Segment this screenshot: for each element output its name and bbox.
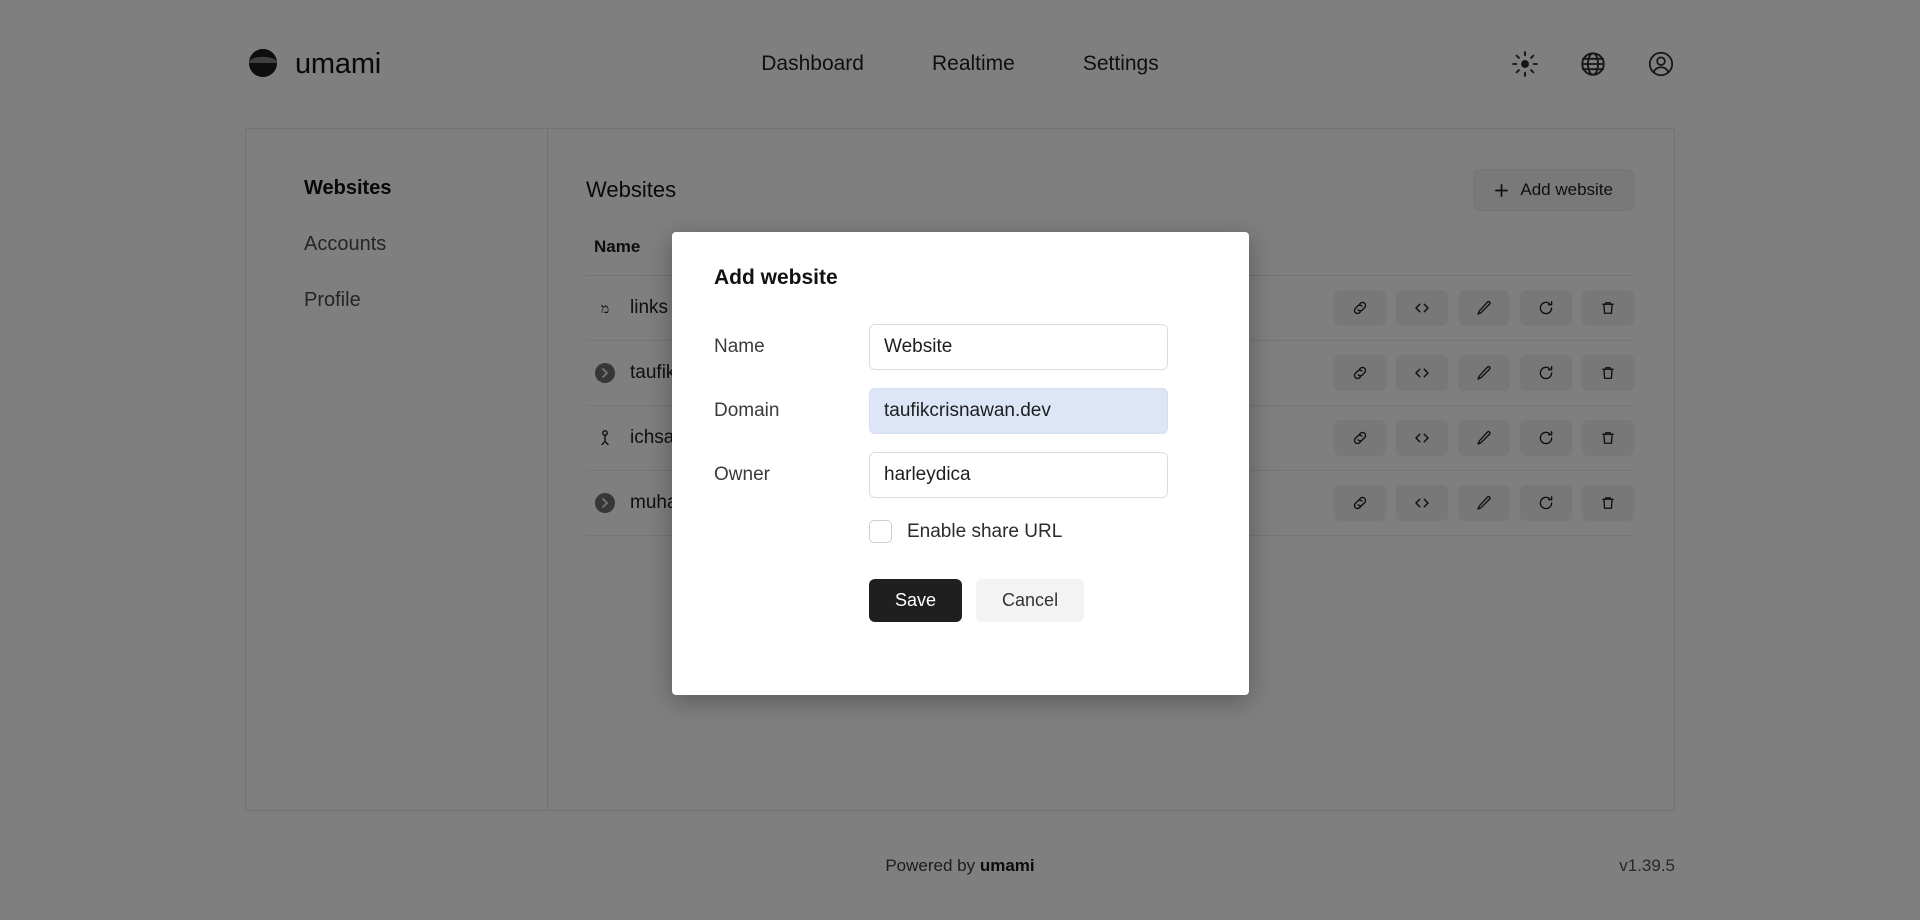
name-input[interactable] <box>869 324 1168 370</box>
domain-field-label: Domain <box>714 400 869 422</box>
dialog-buttons: Save Cancel <box>869 579 1207 622</box>
enable-share-url-row: Enable share URL <box>869 520 1207 543</box>
cancel-button[interactable]: Cancel <box>976 579 1084 622</box>
domain-input[interactable] <box>869 388 1168 434</box>
form-row-domain: Domain <box>714 388 1207 434</box>
form-row-name: Name <box>714 324 1207 370</box>
enable-share-url-label[interactable]: Enable share URL <box>907 521 1062 543</box>
name-field-label: Name <box>714 336 869 358</box>
owner-field-label: Owner <box>714 464 869 486</box>
save-button[interactable]: Save <box>869 579 962 622</box>
dialog-title: Add website <box>714 266 1207 290</box>
owner-input[interactable] <box>869 452 1168 498</box>
form-row-owner: Owner <box>714 452 1207 498</box>
enable-share-url-checkbox[interactable] <box>869 520 892 543</box>
add-website-dialog: Add website Name Domain Owner Enable sha… <box>672 232 1249 695</box>
